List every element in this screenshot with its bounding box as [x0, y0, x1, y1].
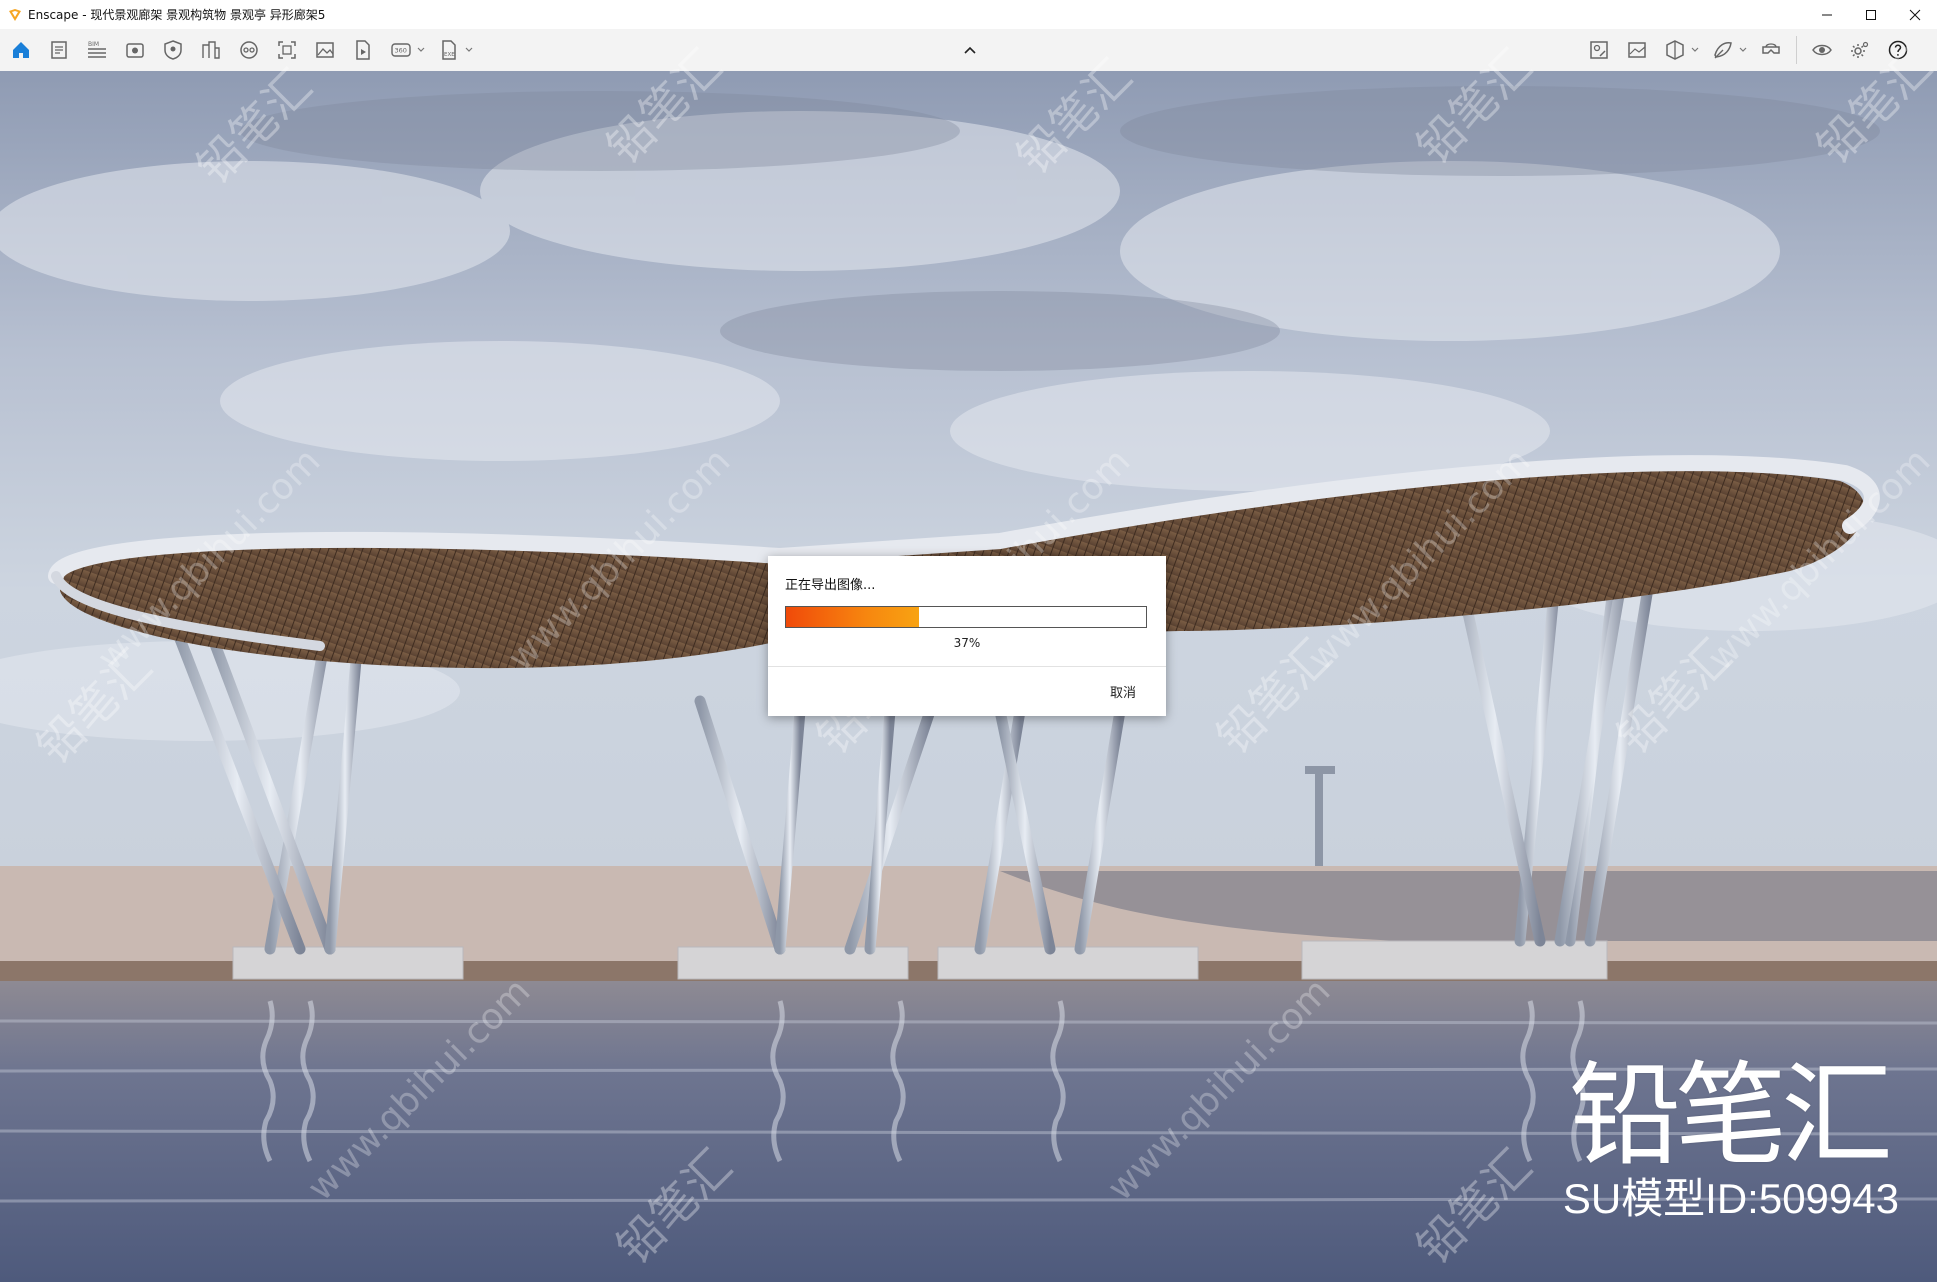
screenshot-icon [1628, 42, 1646, 58]
asset-library-button[interactable] [1580, 31, 1618, 69]
gallery-button[interactable] [306, 31, 344, 69]
safe-frame-button[interactable] [154, 31, 192, 69]
toolbar-separator [1796, 36, 1797, 64]
title-bar: Enscape - 现代景观廊架 景观构筑物 景观亭 异形廊架5 [0, 0, 1937, 29]
visual-settings-button[interactable] [1803, 31, 1841, 69]
capture-icon [278, 41, 296, 59]
progress-fill [786, 607, 920, 627]
close-icon [1909, 9, 1921, 20]
settings-button[interactable] [1841, 31, 1879, 69]
chevron-down-icon [417, 47, 425, 52]
exe-export-button[interactable]: EXE [430, 31, 468, 69]
eye-visual-settings-icon [1812, 44, 1832, 56]
view-management-icon [1666, 40, 1684, 60]
safe-frame-icon [164, 40, 182, 60]
sketch-document-icon [51, 41, 67, 59]
export-progress-dialog: 正在导出图像... 37% 取消 [768, 556, 1166, 716]
material-editor-button[interactable] [1704, 31, 1742, 69]
exe-export-icon: EXE [442, 40, 456, 60]
brand-logo-text: 铅笔汇 [1569, 1051, 1893, 1181]
360-button[interactable]: 360 [382, 31, 420, 69]
view-dropdown[interactable] [1690, 31, 1700, 69]
collapse-toolbar-button[interactable] [960, 43, 980, 59]
maximize-button[interactable] [1849, 0, 1893, 29]
capture-button[interactable] [268, 31, 306, 69]
bim-button[interactable]: BIM [78, 31, 116, 69]
chevron-down-icon [1691, 47, 1699, 52]
export-progress-bar [785, 606, 1147, 628]
batch-icon [202, 41, 220, 59]
video-file-icon [356, 40, 370, 60]
toolbar-left-group: BIM 360 EXE [2, 29, 478, 71]
minimize-icon [1822, 14, 1832, 15]
sketch-document-button[interactable] [40, 31, 78, 69]
batch-render-button[interactable] [192, 31, 230, 69]
vr-headset-icon [1762, 43, 1780, 54]
chevron-down-icon [1739, 47, 1747, 52]
panorama-icon [240, 41, 258, 59]
panorama-button[interactable] [230, 31, 268, 69]
dialog-title: 正在导出图像... [785, 578, 876, 593]
help-button[interactable] [1879, 31, 1917, 69]
360-icon: 360 [391, 43, 411, 57]
video-file-button[interactable] [344, 31, 382, 69]
enscape-logo-icon [9, 8, 21, 21]
dialog-divider [768, 666, 1166, 667]
window-controls [1805, 0, 1937, 29]
material-editor-icon [1714, 42, 1732, 59]
360-dropdown[interactable] [416, 31, 426, 69]
chevron-down-icon [465, 47, 473, 52]
bim-label: BIM [88, 41, 99, 48]
view-management-button[interactable] [1656, 31, 1694, 69]
chevron-up-icon [964, 46, 976, 54]
exe-label: EXE [444, 52, 455, 58]
help-icon [1888, 40, 1908, 60]
gallery-icon [316, 42, 334, 58]
toolbar-right-group [1580, 29, 1917, 71]
settings-gear-icon [1851, 41, 1869, 58]
material-dropdown[interactable] [1738, 31, 1748, 69]
progress-percent: 37% [953, 636, 981, 650]
screenshot-button[interactable] [1618, 31, 1656, 69]
view-icon [126, 43, 144, 58]
model-id-text: SU模型ID:509943 [1562, 1175, 1899, 1222]
bim-icon: BIM [88, 41, 106, 58]
vr-headset-button[interactable] [1752, 31, 1790, 69]
cancel-button[interactable]: 取消 [1110, 682, 1136, 701]
window-title: Enscape - 现代景观廊架 景观构筑物 景观亭 异形廊架5 [28, 8, 326, 22]
view-button[interactable] [116, 31, 154, 69]
export-dropdown[interactable] [464, 31, 474, 69]
360-label: 360 [395, 47, 407, 55]
maximize-icon [1866, 9, 1876, 20]
minimize-button[interactable] [1805, 0, 1849, 29]
home-button[interactable] [2, 31, 40, 69]
close-button[interactable] [1893, 0, 1937, 29]
asset-library-icon [1590, 41, 1608, 59]
enscape-toolbar: BIM 360 EXE [0, 29, 1937, 72]
home-icon [13, 42, 29, 58]
